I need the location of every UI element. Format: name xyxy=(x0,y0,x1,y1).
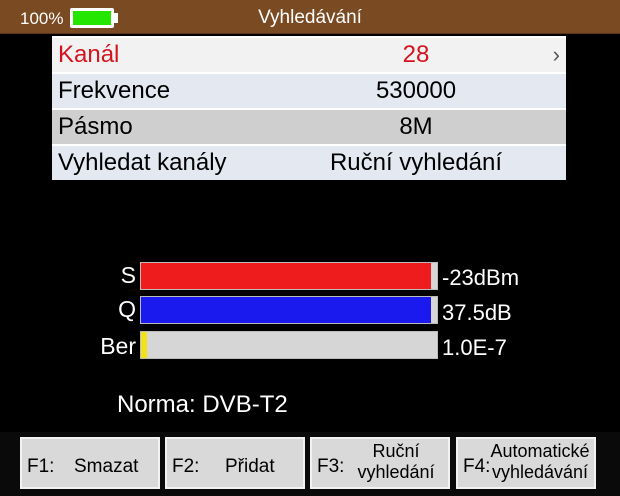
settings-row-frequency[interactable]: Frekvence 530000 xyxy=(52,74,566,108)
settings-row-channel[interactable]: Kanál 28 › xyxy=(52,38,566,72)
status-bar: 100% Vyhledávání xyxy=(0,0,620,34)
f4-label-line1: Automatické xyxy=(490,441,590,461)
strength-value: -23dBm xyxy=(442,265,520,290)
f2-label: Přidat xyxy=(225,456,275,477)
f3-label-line1: Ruční xyxy=(372,441,420,461)
ber-bar xyxy=(140,331,438,359)
search-settings-panel: Kanál 28 › Frekvence 530000 Pásmo 8M Vyh… xyxy=(52,36,566,180)
meter-label-strength: S xyxy=(120,262,136,288)
broadcast-standard: Norma: DVB-T2 xyxy=(117,391,288,418)
quality-bar-fill xyxy=(141,297,432,323)
quality-bar xyxy=(140,296,438,324)
f3-manual-search-button[interactable]: F3: Ruční vyhledání xyxy=(310,437,450,489)
strength-bar xyxy=(140,262,438,290)
settings-row-bandwidth[interactable]: Pásmo 8M xyxy=(52,110,566,144)
frequency-value: 530000 xyxy=(375,77,457,104)
function-key-bar: F1: Smazat F2: Přidat F3: Ruční vyhledán… xyxy=(0,432,620,496)
f1-label: Smazat xyxy=(74,456,139,477)
ber-bar-fill xyxy=(141,332,147,358)
search-mode-label: Vyhledat kanály xyxy=(58,149,227,176)
bandwidth-value: 8M xyxy=(399,113,433,140)
f4-label-line2: vyhledávání xyxy=(491,462,589,482)
f4-label: Automatické vyhledávání xyxy=(484,441,596,483)
search-mode-value: Ruční vyhledání xyxy=(329,149,503,176)
ber-value: 1.0E-7 xyxy=(442,335,507,360)
strength-bar-fill xyxy=(141,263,432,289)
f2-add-button[interactable]: F2: Přidat xyxy=(165,437,305,489)
f3-key-id: F3: xyxy=(317,456,345,477)
channel-value: 28 xyxy=(402,41,430,68)
bandwidth-label: Pásmo xyxy=(58,113,133,140)
f2-key-id: F2: xyxy=(172,456,200,477)
meter-label-quality: Q xyxy=(118,296,136,322)
f3-label: Ruční vyhledání xyxy=(346,441,446,483)
f3-label-line2: vyhledání xyxy=(357,462,435,482)
chevron-right-icon[interactable]: › xyxy=(553,42,560,68)
frequency-label: Frekvence xyxy=(58,77,171,104)
meter-label-ber: Ber xyxy=(100,333,136,359)
quality-value: 37.5dB xyxy=(442,300,512,325)
channel-label: Kanál xyxy=(58,41,120,68)
f4-automatic-search-button[interactable]: F4: Automatické vyhledávání xyxy=(456,437,596,489)
settings-row-search-mode[interactable]: Vyhledat kanály Ruční vyhledání xyxy=(52,146,566,180)
screen-title: Vyhledávání xyxy=(258,7,362,28)
f1-key-id: F1: xyxy=(27,456,55,477)
f1-delete-button[interactable]: F1: Smazat xyxy=(20,437,160,489)
